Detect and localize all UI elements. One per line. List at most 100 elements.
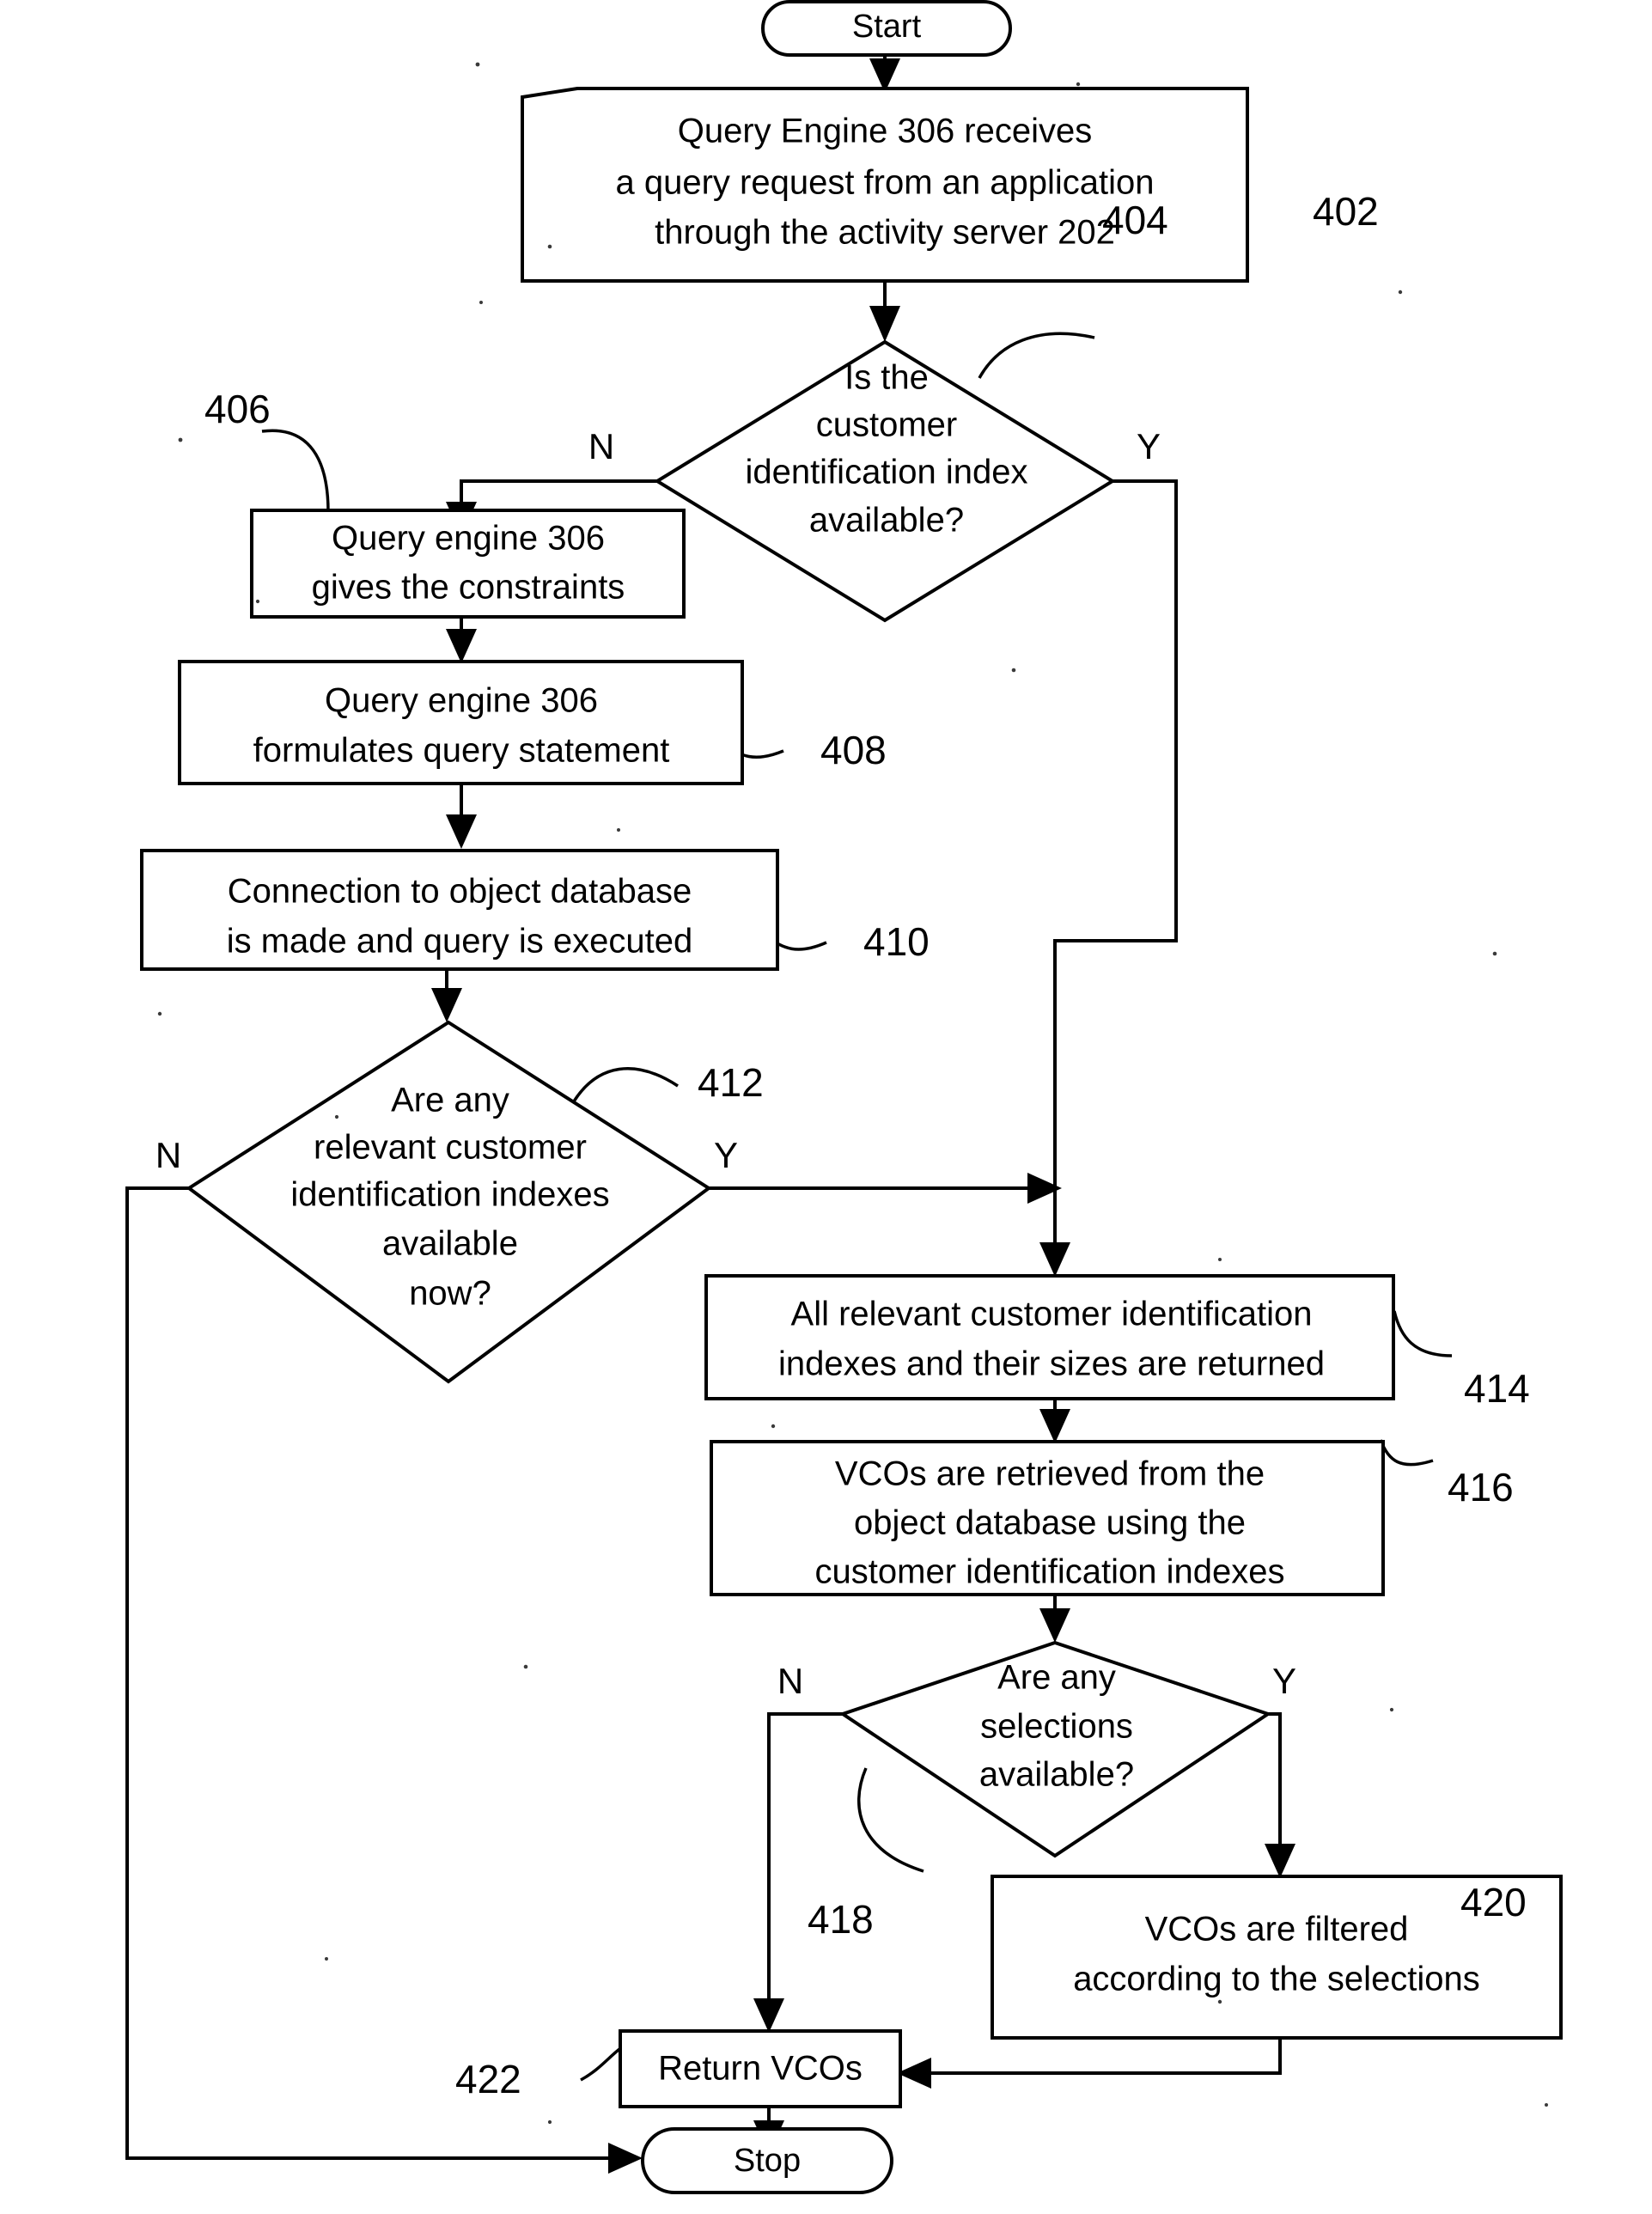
box-414-line-1: All relevant customer identification xyxy=(791,1296,1313,1333)
scan-speck xyxy=(1218,1258,1222,1261)
edge-418-yes-to-420 xyxy=(1268,1712,1282,1851)
branch-label-404-yes: Y xyxy=(1137,426,1161,467)
node-start[interactable]: Start xyxy=(761,0,1012,57)
ref-label-420: 420 xyxy=(1460,1880,1527,1924)
arrowhead-418-no-to-422 xyxy=(753,1998,784,2033)
flowchart-canvas: Start Query Engine 306 receives a query … xyxy=(125,0,1563,2194)
ref-label-402: 402 xyxy=(1313,189,1379,234)
diamond-418-line-2: selections xyxy=(980,1708,1133,1746)
arrowhead-402-to-404 xyxy=(869,306,900,342)
box-416-line-1: VCOs are retrieved from the xyxy=(835,1455,1265,1493)
leader-412 xyxy=(572,1067,679,1102)
node-406[interactable]: Query engine 306 gives the constraints xyxy=(250,509,686,619)
scan-speck xyxy=(157,1011,162,1016)
stop-terminal-label: Stop xyxy=(734,2143,801,2179)
node-418[interactable]: Are any selections available? xyxy=(838,1640,1272,1858)
box-406-line-1: Query engine 306 xyxy=(332,520,605,558)
diamond-418-line-1: Are any xyxy=(997,1659,1116,1697)
box-420-line-1: VCOs are filtered xyxy=(1145,1911,1409,1949)
leader-404 xyxy=(978,332,1095,379)
scan-speck xyxy=(475,62,480,67)
ref-label-404: 404 xyxy=(1102,198,1168,242)
scan-speck xyxy=(1389,1707,1394,1712)
box-416-line-3: customer identification indexes xyxy=(815,1553,1285,1591)
ref-label-408: 408 xyxy=(820,728,887,772)
ref-label-412: 412 xyxy=(698,1060,764,1105)
ref-label-406: 406 xyxy=(204,387,271,431)
scan-speck xyxy=(1398,290,1403,295)
scan-speck xyxy=(771,1424,776,1429)
diamond-412-line-1: Are any xyxy=(391,1082,509,1119)
node-412[interactable]: Are any relevant customer identification… xyxy=(186,1020,712,1384)
ref-label-416: 416 xyxy=(1448,1465,1514,1510)
arrowhead-410-to-412 xyxy=(431,988,462,1022)
diamond-418-line-3: available? xyxy=(979,1756,1134,1794)
branch-label-404-no: N xyxy=(588,426,614,467)
arrowhead-408-to-410 xyxy=(446,814,477,849)
scan-speck xyxy=(1217,1999,1222,2004)
scan-speck xyxy=(547,244,552,249)
edge-412-no-to-stop xyxy=(125,1186,615,2160)
node-stop[interactable]: Stop xyxy=(641,2127,893,2194)
scan-speck xyxy=(617,828,620,832)
edge-420-to-422 xyxy=(924,2039,1282,2075)
start-terminal-label: Start xyxy=(852,9,922,45)
box-420-line-2: according to the selections xyxy=(1073,1961,1480,1998)
arrowhead-412-no-to-stop xyxy=(608,2143,643,2174)
arrowhead-414-to-416 xyxy=(1039,1409,1070,1443)
scan-speck xyxy=(1492,951,1497,956)
diamond-404-line-1: Is the xyxy=(844,359,929,397)
box-408-line-1: Query engine 306 xyxy=(325,682,598,720)
node-404[interactable]: Is the customer identification index ava… xyxy=(654,339,1116,623)
branch-label-418-no: N xyxy=(777,1661,803,1701)
diamond-404-line-4: available? xyxy=(809,502,964,540)
leader-416 xyxy=(1379,1439,1434,1467)
diamond-404-line-2: customer xyxy=(816,406,958,444)
leader-418 xyxy=(857,1767,924,1873)
diamond-412-line-4: available xyxy=(382,1225,518,1263)
diamond-404-line-3: identification index xyxy=(745,454,1027,491)
diamond-412-line-3: identification indexes xyxy=(290,1176,609,1214)
branch-label-412-no: N xyxy=(155,1135,181,1175)
branch-label-418-yes: Y xyxy=(1272,1661,1296,1701)
node-422[interactable]: Return VCOs xyxy=(619,2029,902,2108)
box-406-line-2: gives the constraints xyxy=(312,569,625,607)
node-414[interactable]: All relevant customer identification ind… xyxy=(704,1274,1395,1400)
edge-404-no-to-406 xyxy=(460,479,657,511)
box-414-line-2: indexes and their sizes are returned xyxy=(778,1345,1325,1383)
arrowhead-404-yes-to-414 xyxy=(1039,1242,1070,1277)
node-410[interactable]: Connection to object database is made an… xyxy=(140,849,779,971)
scan-speck xyxy=(255,599,260,604)
ref-label-418: 418 xyxy=(808,1897,874,1942)
scan-speck xyxy=(479,301,483,304)
edge-404-yes-to-414 xyxy=(1053,479,1178,1250)
leader-406 xyxy=(261,429,330,513)
box-422-label: Return VCOs xyxy=(658,2050,863,2088)
node-408[interactable]: Query engine 306 formulates query statem… xyxy=(178,660,744,785)
box-410-line-2: is made and query is executed xyxy=(227,923,693,961)
arrowhead-406-to-408 xyxy=(446,629,477,663)
node-402[interactable]: Query Engine 306 receives a query reques… xyxy=(521,87,1249,283)
box-408-line-2: formulates query statement xyxy=(253,732,670,770)
scan-speck xyxy=(1545,2103,1548,2107)
box-402-line-1: Query Engine 306 receives xyxy=(678,113,1093,150)
ref-label-422: 422 xyxy=(455,2057,521,2101)
scan-speck xyxy=(1011,668,1016,673)
ref-label-410: 410 xyxy=(863,919,930,964)
edge-418-no-to-422 xyxy=(767,1712,843,2006)
box-416-line-2: object database using the xyxy=(854,1504,1246,1542)
diamond-412-line-2: relevant customer xyxy=(314,1129,587,1167)
arrowhead-416-to-418 xyxy=(1039,1608,1070,1643)
scan-speck xyxy=(334,1114,339,1119)
arrowhead-418-yes-to-420 xyxy=(1265,1844,1295,1878)
diamond-412-line-5: now? xyxy=(409,1275,491,1313)
ref-label-414: 414 xyxy=(1464,1366,1530,1411)
scan-speck xyxy=(325,1957,328,1961)
leader-414 xyxy=(1393,1310,1453,1357)
node-416[interactable]: VCOs are retrieved from the object datab… xyxy=(710,1440,1385,1596)
scan-speck xyxy=(178,437,183,442)
scan-speck xyxy=(1076,82,1081,87)
box-402-line-2: a query request from an application xyxy=(615,164,1154,202)
scan-speck xyxy=(547,2119,552,2125)
box-410-line-1: Connection to object database xyxy=(228,873,692,911)
